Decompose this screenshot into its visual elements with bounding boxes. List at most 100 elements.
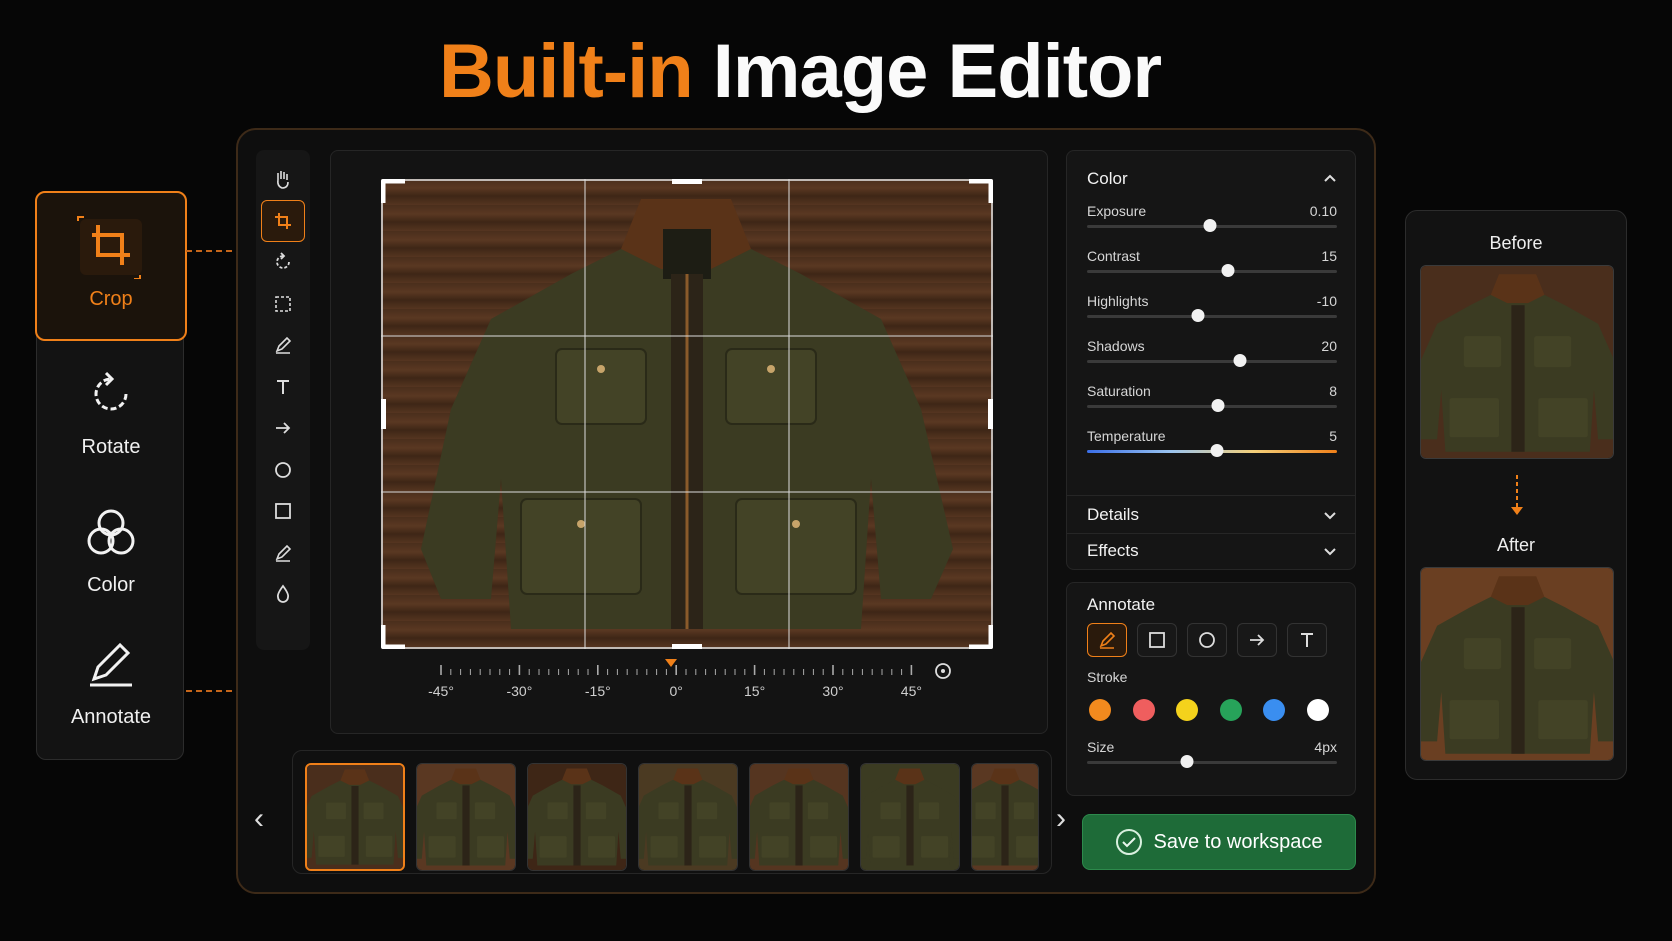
feature-color[interactable]: Color: [37, 479, 185, 619]
tool-square[interactable]: [261, 490, 305, 532]
details-title[interactable]: Details: [1087, 505, 1139, 525]
tool-crop[interactable]: [261, 199, 305, 242]
slider-track[interactable]: [1087, 360, 1337, 363]
rotation-ruler[interactable]: -45° -30° -15° 0° 15° 30° 45°: [428, 659, 955, 719]
thumbnail[interactable]: [860, 763, 960, 871]
tool-circle[interactable]: [261, 449, 305, 491]
thumbnail[interactable]: [749, 763, 849, 871]
slider-label: Temperature: [1087, 428, 1166, 444]
slider-saturation[interactable]: Saturation 8: [1087, 383, 1337, 413]
annotate-tool-text[interactable]: [1287, 623, 1327, 657]
save-label: Save to workspace: [1153, 830, 1323, 853]
circle-icon: [275, 461, 291, 478]
thumbnail[interactable]: [416, 763, 516, 871]
slider-value: 20: [1321, 338, 1337, 354]
annotate-tool-arrow[interactable]: [1237, 623, 1277, 657]
tool-brush[interactable]: [261, 532, 305, 574]
slider-exposure[interactable]: Exposure 0.10: [1087, 203, 1337, 233]
editor-window: -45° -30° -15° 0° 15° 30° 45° ‹ › Color Exposu…: [236, 128, 1376, 894]
vertical-toolbar: [256, 150, 310, 650]
stroke-color-swatch[interactable]: [1219, 699, 1242, 721]
feature-crop-label: Crop: [89, 288, 133, 310]
tool-pen[interactable]: [261, 324, 305, 366]
ruler-marker: [665, 659, 677, 667]
crop-icon: [275, 212, 291, 229]
ruler-label: -45°: [428, 683, 454, 699]
thumbnail[interactable]: [971, 763, 1039, 871]
text-icon: [277, 379, 289, 394]
pen-icon: [275, 336, 292, 354]
stroke-color-swatch[interactable]: [1089, 699, 1111, 721]
jacket-photo: [307, 765, 403, 869]
color-panel-title: Color: [1087, 169, 1128, 188]
thumbnail[interactable]: [527, 763, 627, 871]
stroke-color-swatch[interactable]: [1306, 699, 1329, 721]
feature-annotate[interactable]: Annotate: [37, 611, 185, 751]
stroke-label: Stroke: [1087, 669, 1337, 689]
size-slider[interactable]: Size 4px: [1087, 739, 1337, 779]
effects-title[interactable]: Effects: [1087, 541, 1139, 561]
slider-knob[interactable]: [1211, 399, 1225, 412]
slider-track[interactable]: [1087, 315, 1337, 318]
thumbnail[interactable]: [305, 763, 405, 871]
annotate-tool-pencil[interactable]: [1087, 623, 1127, 657]
slider-track[interactable]: [1087, 270, 1337, 273]
tool-rotate[interactable]: [261, 241, 305, 283]
image-preview[interactable]: [381, 179, 993, 649]
size-track[interactable]: [1087, 761, 1337, 764]
square-icon: [275, 503, 291, 519]
arrow-icon: [276, 422, 291, 434]
tool-text[interactable]: [261, 366, 305, 408]
slider-value: -10: [1316, 293, 1337, 309]
reset-rotation-icon[interactable]: [933, 661, 953, 681]
feature-crop[interactable]: Crop: [35, 191, 187, 341]
slider-knob[interactable]: [1203, 219, 1216, 232]
slider-label: Highlights: [1087, 293, 1149, 309]
feature-color-label: Color: [87, 574, 135, 596]
slider-knob[interactable]: [1233, 354, 1246, 367]
slider-knob[interactable]: [1210, 444, 1224, 457]
annotate-tool-circle[interactable]: [1187, 623, 1227, 657]
tool-selection[interactable]: [261, 283, 305, 325]
jacket-photo: [528, 764, 626, 870]
save-button[interactable]: Save to workspace: [1082, 814, 1356, 870]
pencil-icon: [1099, 631, 1116, 649]
slider-temperature[interactable]: Temperature 5: [1087, 428, 1337, 458]
connector-line: [186, 250, 232, 252]
after-label: After: [1496, 535, 1535, 555]
rotate-icon: [276, 252, 290, 269]
chevron-right-icon[interactable]: ›: [1056, 802, 1066, 836]
slider-shadows[interactable]: Shadows 20: [1087, 338, 1337, 368]
stroke-label-text: Stroke: [1087, 669, 1128, 685]
crop-grid: [381, 179, 993, 649]
thumbnail[interactable]: [638, 763, 738, 871]
tool-drop[interactable]: [261, 573, 305, 615]
slider-contrast[interactable]: Contrast 15: [1087, 248, 1337, 278]
before-image: [1420, 265, 1614, 459]
jacket-photo: [1421, 568, 1613, 760]
brush-icon: [275, 544, 292, 562]
stroke-color-swatch[interactable]: [1132, 699, 1155, 721]
rectangle-icon: [1149, 632, 1165, 648]
slider-label: Contrast: [1087, 248, 1140, 264]
tool-hand[interactable]: [261, 158, 305, 200]
color-panel: Color Exposure 0.10 Contrast 15 Highlights -1…: [1066, 150, 1356, 570]
tool-arrow[interactable]: [261, 407, 305, 449]
annotate-tool-rectangle[interactable]: [1137, 623, 1177, 657]
slider-value: 15: [1321, 248, 1337, 264]
size-knob[interactable]: [1180, 755, 1194, 768]
slider-knob[interactable]: [1221, 264, 1235, 277]
chevron-down-icon[interactable]: [1323, 511, 1337, 521]
chevron-left-icon[interactable]: ‹: [254, 802, 264, 836]
stroke-color-swatch[interactable]: [1176, 699, 1198, 721]
stroke-color-swatch[interactable]: [1263, 699, 1285, 721]
feature-rotate[interactable]: Rotate: [37, 341, 185, 481]
slider-highlights[interactable]: Highlights -10: [1087, 293, 1337, 323]
chevron-down-icon[interactable]: [1323, 547, 1337, 557]
slider-knob[interactable]: [1191, 309, 1205, 322]
jacket-photo: [750, 764, 848, 870]
jacket-photo: [861, 764, 959, 870]
chevron-up-icon[interactable]: [1323, 173, 1337, 183]
before-label: Before: [1489, 233, 1543, 253]
crop-icon: [77, 216, 142, 279]
